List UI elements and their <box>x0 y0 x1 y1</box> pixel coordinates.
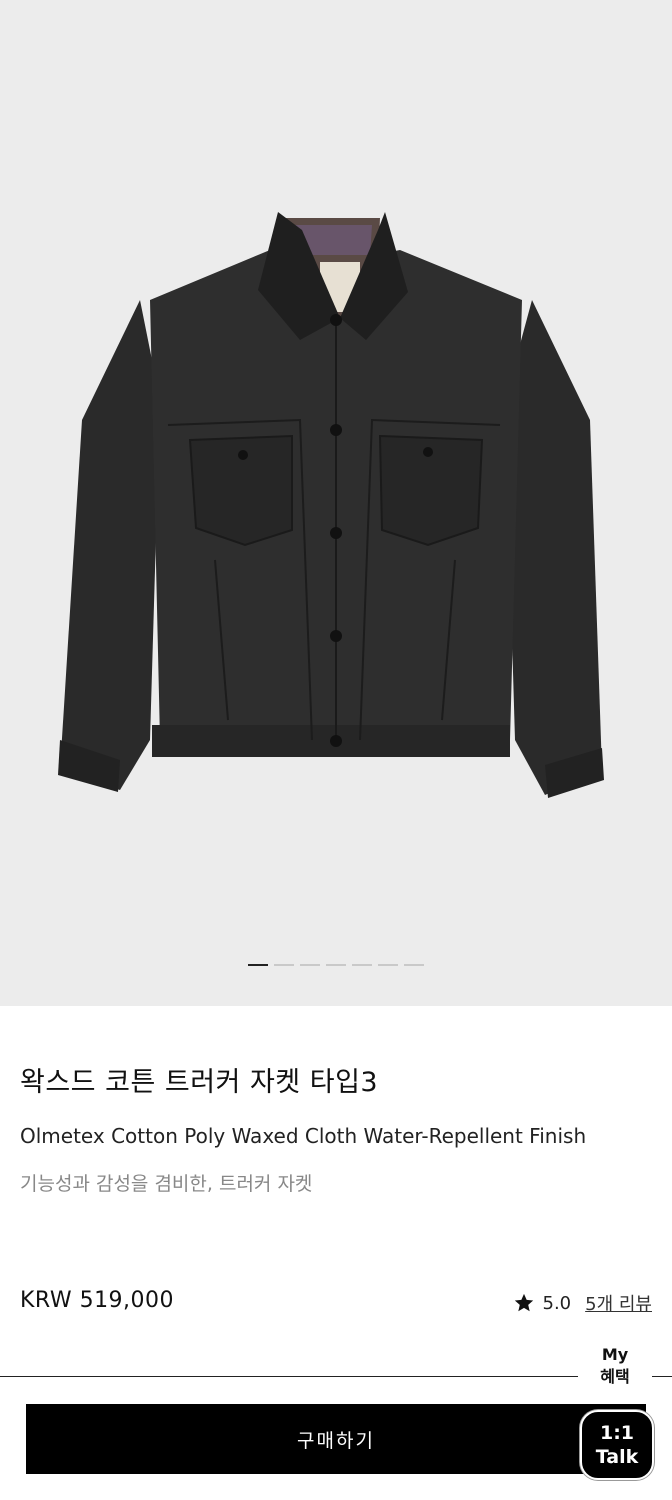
talk-label-line1: 1:1 <box>599 1422 635 1444</box>
product-image-gallery[interactable] <box>0 0 672 1006</box>
product-description: 기능성과 감성을 겸비한, 트러커 자켓 <box>20 1173 313 1195</box>
my-benefit-button[interactable]: My 혜택 <box>578 1344 652 1388</box>
rating-value: 5.0 <box>542 1292 572 1314</box>
gallery-dot[interactable] <box>378 964 398 966</box>
divider <box>0 1376 672 1377</box>
gallery-pagination[interactable] <box>248 964 424 966</box>
talk-button[interactable]: 1:1 Talk <box>580 1410 654 1480</box>
product-price: KRW 519,000 <box>20 1288 175 1313</box>
gallery-dot[interactable] <box>326 964 346 966</box>
star-icon <box>514 1293 533 1312</box>
talk-label-line2: Talk <box>595 1446 639 1468</box>
my-benefit-label-line2: 혜택 <box>600 1367 630 1386</box>
product-title: 왁스드 코튼 트러커 자켓 타입3 <box>20 1067 379 1098</box>
gallery-dot[interactable] <box>248 964 268 966</box>
review-count-link[interactable]: 5개 리뷰 <box>585 1290 652 1316</box>
product-subtitle: Olmetex Cotton Poly Waxed Cloth Water-Re… <box>20 1124 587 1148</box>
product-image <box>58 212 604 798</box>
gallery-dot[interactable] <box>404 964 424 966</box>
gallery-dot[interactable] <box>300 964 320 966</box>
my-benefit-label-line1: My <box>601 1345 629 1364</box>
product-rating: 5.0 5개 리뷰 <box>513 1290 652 1316</box>
gallery-dot[interactable] <box>274 964 294 966</box>
product-info: 왁스드 코튼 트러커 자켓 타입3 Olmetex Cotton Poly Wa… <box>20 1060 652 1196</box>
gallery-dot[interactable] <box>352 964 372 966</box>
buy-button[interactable]: 구매하기 <box>26 1404 646 1474</box>
